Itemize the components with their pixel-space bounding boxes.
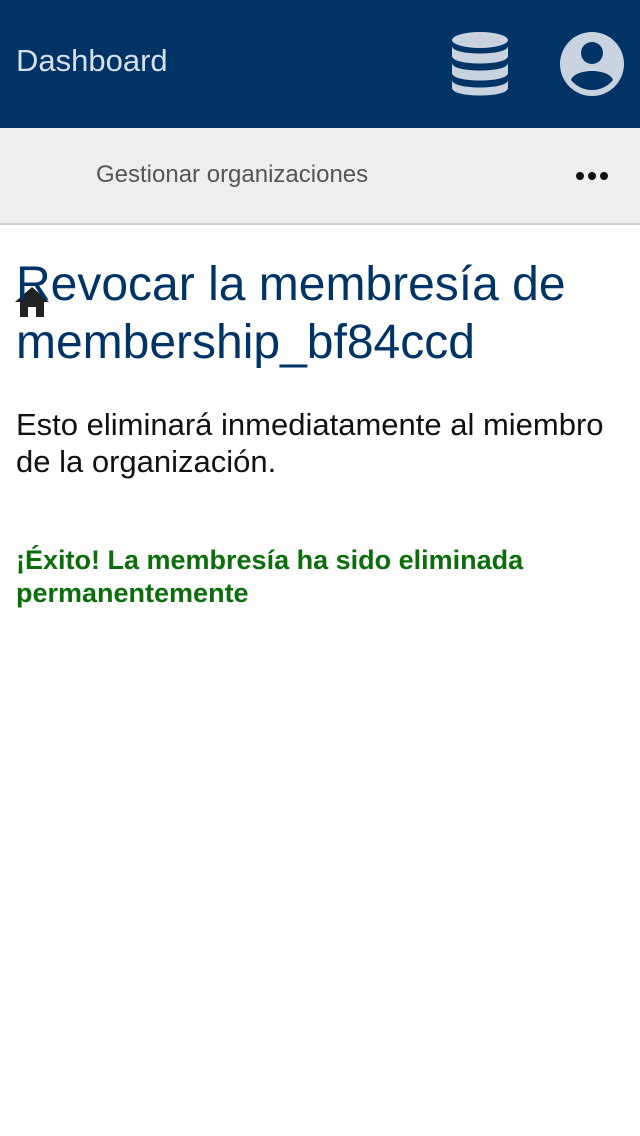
user-circle-icon [560,32,624,96]
top-app-bar: Dashboard [0,0,640,128]
more-options-button[interactable] [570,162,614,190]
success-message: ¡Éxito! La membresía ha sido eliminada p… [16,545,524,608]
more-horizontal-icon [576,172,608,180]
sub-navigation-bar: Gestionar organizaciones [0,128,640,317]
database-button[interactable] [448,30,512,98]
dashboard-link[interactable]: Dashboard [16,42,168,80]
main-content: Revocar la membresía de membership_bf84c… [16,256,628,610]
user-account-button[interactable] [558,30,626,98]
breadcrumb-manage-organizations[interactable]: Gestionar organizaciones [96,160,368,190]
page-title: Revocar la membresía de membership_bf84c… [16,258,566,369]
database-icon [452,32,508,96]
revoke-description: Esto eliminará inmediatamente al miembro… [16,407,604,479]
